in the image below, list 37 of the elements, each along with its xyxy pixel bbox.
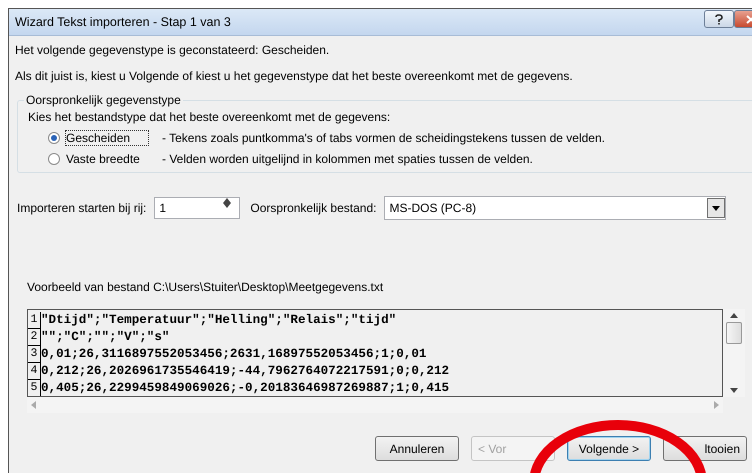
preview-line: "";"C";"";"V";"s" (41, 329, 170, 346)
scroll-down-icon[interactable] (730, 388, 738, 393)
preview-line: "Dtijd";"Temperatuur";"Helling";"Relais";"tijd" (41, 312, 396, 329)
preview-line: 0,405;26,2299459849069026;-0,20183646987269887;1;0,415 (41, 380, 450, 396)
dropdown-arrow-icon (712, 206, 720, 210)
window-title: Wizard Tekst importeren - Stap 1 van 3 (15, 15, 232, 29)
help-button[interactable] (704, 10, 734, 28)
spin-up-icon[interactable] (223, 198, 232, 203)
spin-down-icon[interactable] (223, 203, 232, 208)
line-number: 4 (28, 363, 41, 380)
detected-type-text: Het volgende gegevenstype is geconstateerd: Gescheiden. (15, 42, 330, 59)
radio-button[interactable] (48, 132, 60, 144)
vertical-scrollbar[interactable] (723, 309, 745, 397)
start-row-label: Importeren starten bij rij: (17, 201, 146, 215)
radio-label[interactable]: Vaste breedte (66, 152, 148, 166)
dropdown-button[interactable] (707, 198, 726, 218)
line-number: 3 (28, 346, 41, 363)
group-legend: Oorspronkelijk gegevenstype (24, 93, 183, 107)
instruction-text: Als dit juist is, kiest u Volgende of kiest u het gegevenstype dat het beste overeenkomt met de gegevens. (15, 68, 574, 85)
line-number: 1 (28, 312, 41, 329)
preview-line: 0,212;26,2026961735546419;-44,7962764072217591;0;0,212 (41, 363, 450, 380)
origin-dropdown[interactable]: MS-DOS (PC-8) (384, 196, 726, 220)
preview-line: 0,01;26,3116897552053456;2631,16897552053456;1;0,01 (41, 346, 426, 363)
option-description: - Tekens zoals puntkomma's of tabs vormen de scheidingstekens tussen de velden. (162, 130, 605, 144)
line-number: 2 (28, 329, 41, 346)
dialog-button[interactable]: Annuleren (375, 436, 459, 461)
dialog-button[interactable]: Volgende > (567, 436, 651, 461)
scroll-thumb[interactable] (726, 322, 742, 344)
option-description: - Velden worden uitgelijnd in kolommen met spaties tussen de velden. (162, 152, 533, 166)
preview-label: Voorbeeld van bestand C:\Users\Stuiter\Desktop\Meetgegevens.txt (27, 279, 384, 296)
radio-button[interactable] (48, 152, 60, 164)
scroll-up-icon[interactable] (730, 313, 738, 318)
question-mark-icon (715, 14, 723, 24)
origin-label: Oorspronkelijk bestand: (250, 201, 376, 215)
start-row-spinner[interactable]: 1 (154, 197, 240, 219)
radio-label[interactable]: Gescheiden (66, 130, 148, 144)
file-type-prompt: Kies het bestandstype dat het beste overeenkomt met de gegevens: (28, 109, 392, 126)
